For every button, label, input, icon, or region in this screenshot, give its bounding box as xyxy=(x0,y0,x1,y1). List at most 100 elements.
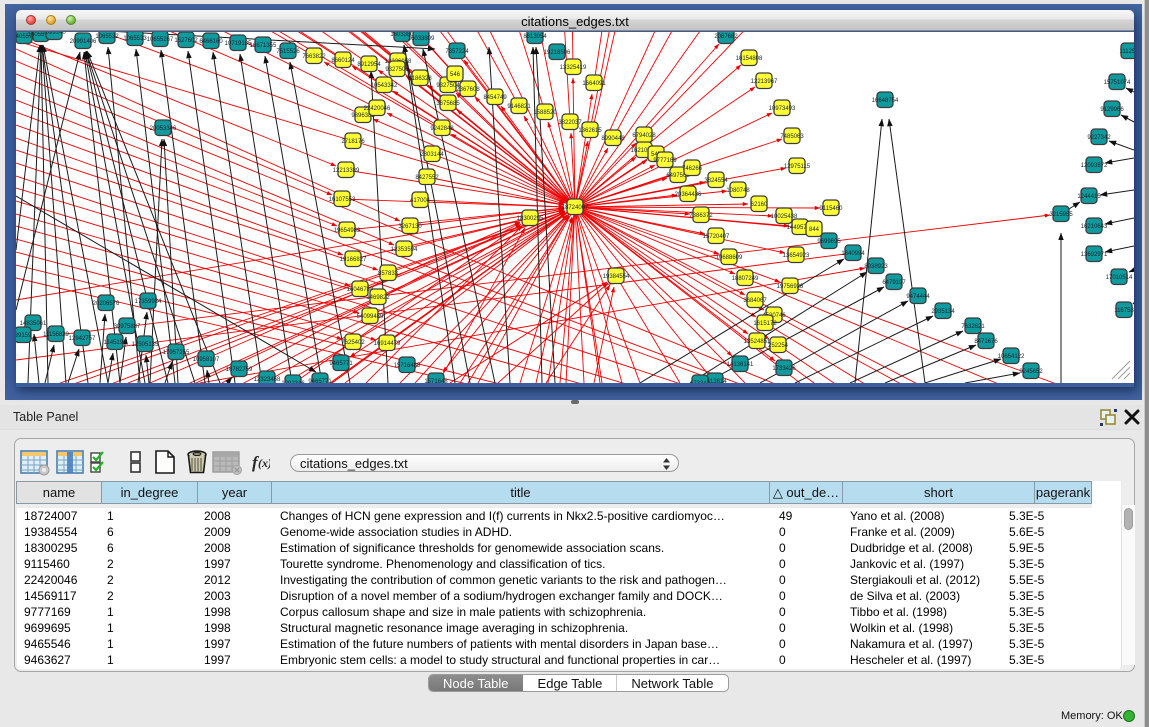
svg-text:18724007: 18724007 xyxy=(562,205,589,211)
svg-text:12353594: 12353594 xyxy=(391,247,418,253)
svg-text:6466160: 6466160 xyxy=(199,39,223,45)
svg-text:(x): (x) xyxy=(258,456,270,470)
svg-text:9245652: 9245652 xyxy=(1019,369,1043,375)
svg-text:746266: 746266 xyxy=(682,166,703,172)
svg-text:7386372: 7386372 xyxy=(689,213,713,219)
svg-text:14835061: 14835061 xyxy=(20,321,47,327)
svg-text:417004: 417004 xyxy=(410,198,431,204)
svg-text:10688609: 10688609 xyxy=(716,255,743,261)
svg-text:7663822: 7663822 xyxy=(302,54,326,60)
svg-text:173342: 173342 xyxy=(690,381,711,383)
svg-text:111254: 111254 xyxy=(1119,49,1134,55)
svg-text:54099489: 54099489 xyxy=(357,314,384,320)
svg-text:116753: 116753 xyxy=(1114,308,1134,314)
svg-text:844: 844 xyxy=(809,227,820,233)
svg-text:1065532: 1065532 xyxy=(95,34,119,40)
svg-text:7357224: 7357224 xyxy=(445,49,469,55)
svg-text:17359934: 17359934 xyxy=(135,299,162,305)
svg-text:2935134: 2935134 xyxy=(931,309,955,315)
svg-text:8454749: 8454749 xyxy=(483,95,507,101)
svg-text:13692971: 13692971 xyxy=(1081,252,1108,258)
svg-text:857833: 857833 xyxy=(378,271,399,277)
svg-text:9327506: 9327506 xyxy=(385,67,409,73)
svg-text:3215955: 3215955 xyxy=(1049,212,1073,218)
svg-text:9146821: 9146821 xyxy=(507,104,531,110)
svg-text:9129966: 9129966 xyxy=(1100,107,1124,113)
svg-text:18807249: 18807249 xyxy=(732,276,759,282)
svg-text:252254: 252254 xyxy=(768,343,789,349)
svg-text:16914479: 16914479 xyxy=(374,341,401,347)
svg-text:18300295: 18300295 xyxy=(517,216,544,222)
svg-text:9474444: 9474444 xyxy=(906,294,930,300)
svg-text:8471676: 8471676 xyxy=(974,339,998,345)
svg-text:2099140: 2099140 xyxy=(42,32,66,36)
svg-text:8990448: 8990448 xyxy=(601,136,625,142)
svg-text:1733426: 1733426 xyxy=(772,366,796,372)
svg-text:19654983: 19654983 xyxy=(334,228,361,234)
svg-text:14136141: 14136141 xyxy=(727,362,754,368)
svg-text:3822037: 3822037 xyxy=(558,120,582,126)
svg-text:8186328: 8186328 xyxy=(408,76,432,82)
svg-text:15751074: 15751074 xyxy=(1104,80,1131,86)
svg-text:9242848: 9242848 xyxy=(430,126,454,132)
svg-text:62160: 62160 xyxy=(751,202,768,208)
svg-text:20206576: 20206576 xyxy=(93,301,120,307)
svg-text:2803144: 2803144 xyxy=(420,152,444,158)
svg-text:19756928: 19756928 xyxy=(777,284,804,290)
svg-text:12323468: 12323468 xyxy=(254,377,281,383)
svg-text:10958107: 10958107 xyxy=(193,357,220,363)
svg-text:2087682: 2087682 xyxy=(714,34,738,40)
svg-text:10973493: 10973493 xyxy=(769,106,796,112)
svg-text:9465771: 9465771 xyxy=(329,361,353,367)
svg-text:1469822: 1469822 xyxy=(366,295,390,301)
svg-text:39159: 39159 xyxy=(16,333,32,339)
svg-text:12093872: 12093872 xyxy=(1081,163,1108,169)
svg-text:20991406: 20991406 xyxy=(70,39,97,45)
svg-text:9227342: 9227342 xyxy=(1087,135,1111,141)
svg-text:10543342: 10543342 xyxy=(371,83,398,89)
svg-text:12942757: 12942757 xyxy=(69,336,96,342)
svg-text:20053346: 20053346 xyxy=(150,126,177,132)
svg-text:6479197: 6479197 xyxy=(882,280,906,286)
svg-text:22420046: 22420046 xyxy=(364,106,391,112)
svg-text:30975887: 30975887 xyxy=(114,324,141,330)
svg-text:13654923: 13654923 xyxy=(783,253,810,259)
svg-text:10654122: 10654122 xyxy=(998,354,1025,360)
svg-text:3675685: 3675685 xyxy=(436,101,460,107)
svg-text:8427552: 8427552 xyxy=(415,175,439,181)
svg-text:16033809: 16033809 xyxy=(408,36,435,42)
svg-text:16107553: 16107553 xyxy=(329,197,356,203)
svg-text:12505135: 12505135 xyxy=(132,342,159,348)
svg-text:1292346: 1292346 xyxy=(281,381,305,383)
svg-text:1527602: 1527602 xyxy=(174,38,198,44)
svg-text:7485063: 7485063 xyxy=(780,134,804,140)
svg-text:8660124: 8660124 xyxy=(331,58,355,64)
svg-text:3684067: 3684067 xyxy=(743,298,767,304)
svg-text:16648754: 16648754 xyxy=(872,98,899,104)
svg-text:1244415: 1244415 xyxy=(1077,194,1101,200)
svg-text:1080748: 1080748 xyxy=(726,188,750,194)
svg-text:13325419: 13325419 xyxy=(560,65,587,71)
svg-text:15720407: 15720407 xyxy=(703,234,730,240)
svg-text:546: 546 xyxy=(450,72,461,78)
svg-text:1615172: 1615172 xyxy=(753,321,777,327)
svg-text:8912954: 8912954 xyxy=(357,62,381,68)
svg-text:9465771: 9465771 xyxy=(308,379,332,383)
svg-text:8813054: 8813054 xyxy=(523,34,547,40)
svg-text:16782759: 16782759 xyxy=(226,367,253,373)
svg-text:10719185: 10719185 xyxy=(225,41,252,47)
svg-text:10655267: 10655267 xyxy=(147,37,174,43)
svg-text:1664091: 1664091 xyxy=(582,81,606,87)
svg-text:15716485: 15716485 xyxy=(394,363,421,369)
svg-text:12213967: 12213967 xyxy=(751,79,778,85)
svg-text:1640994: 1640994 xyxy=(841,251,865,257)
svg-text:19384554: 19384554 xyxy=(603,274,630,280)
svg-text:9777169: 9777169 xyxy=(653,158,677,164)
svg-text:3824554: 3824554 xyxy=(704,178,728,184)
svg-text:16210643: 16210643 xyxy=(1081,224,1108,230)
svg-text:1571648: 1571648 xyxy=(424,379,448,383)
svg-text:11156829: 11156829 xyxy=(43,332,69,338)
svg-text:20364436: 20364436 xyxy=(675,192,702,198)
svg-text:2367608: 2367608 xyxy=(456,87,480,93)
svg-text:1362615: 1362615 xyxy=(578,128,602,134)
